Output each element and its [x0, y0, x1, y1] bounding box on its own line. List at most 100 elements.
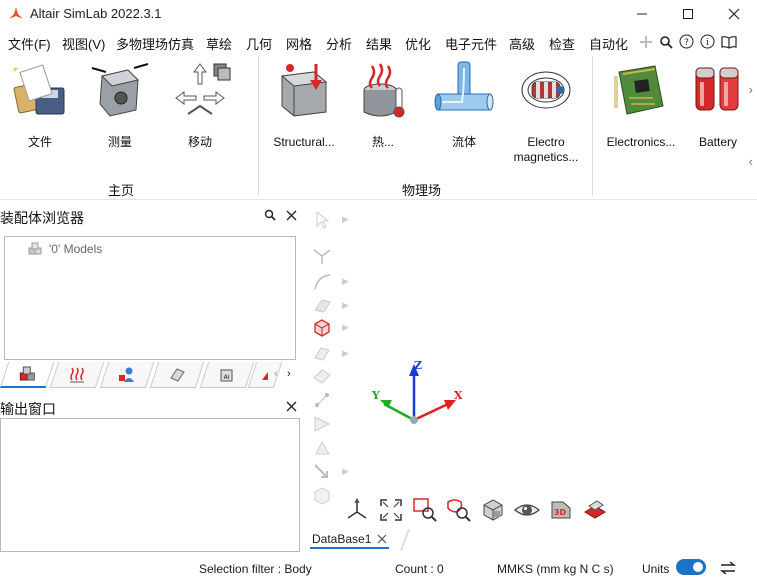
section-plane-icon — [584, 500, 606, 519]
menu-bar: 文件(F) 视图(V) 多物理场仿真 草绘 几何 网格 分析 结果 优化 电子元… — [0, 30, 757, 56]
tree-item-models[interactable]: '0' Models — [27, 241, 102, 257]
ribbon-fluid-label: 流体 — [451, 135, 476, 149]
ribbon-electronics-button[interactable]: Electronics... — [602, 58, 680, 150]
select-triangle-tool[interactable] — [312, 414, 332, 434]
menu-view[interactable]: 视图(V) — [62, 34, 105, 53]
tab-ai[interactable]: AI — [199, 362, 255, 388]
menu-mesh[interactable]: 网格 — [286, 34, 312, 53]
close-window-button[interactable] — [711, 0, 757, 28]
ribbon-electromagnetics-button[interactable]: Electro magnetics... — [506, 58, 586, 165]
view-axes-button[interactable] — [344, 496, 370, 524]
menu-automation[interactable]: 自动化 — [589, 34, 628, 53]
ribbon-structural-button[interactable]: Structural... — [266, 58, 342, 150]
select-element-tool[interactable]: ▶ — [312, 344, 349, 364]
visibility-button[interactable] — [514, 496, 540, 524]
tab-surfaces[interactable] — [149, 362, 205, 388]
tab-scroll-right-icon[interactable]: › — [287, 368, 291, 380]
menu-advanced[interactable]: 高级 — [509, 34, 535, 53]
view-toolbar: 3D — [344, 496, 608, 524]
add-icon[interactable] — [639, 35, 653, 49]
select-tetra-tool[interactable] — [312, 440, 332, 460]
minimize-button[interactable] — [619, 0, 665, 28]
swap-arrows-icon[interactable] — [720, 561, 736, 575]
ribbon-move-button[interactable]: 移动 — [164, 58, 236, 150]
search-icon[interactable] — [659, 35, 673, 49]
ribbon-scroll-left-icon[interactable]: ‹ — [749, 154, 753, 169]
units-system-status[interactable]: MMKS (mm kg N C s) — [497, 562, 614, 576]
zoom-selection-button[interactable] — [446, 496, 472, 524]
assembly-browser-title: 装配体浏览器 — [0, 210, 84, 226]
pointer-icon — [316, 210, 330, 229]
ribbon-thermal-button[interactable]: 热... — [352, 58, 414, 150]
material-user-icon — [119, 367, 135, 382]
close-panel-icon[interactable] — [286, 210, 297, 221]
tab-materials[interactable] — [99, 362, 155, 388]
electromagnetics-icon — [521, 71, 571, 109]
expand-arrow-icon: ▶ — [342, 348, 349, 358]
select-surface-tool[interactable] — [312, 366, 332, 386]
section-view-button[interactable] — [582, 496, 608, 524]
assembly-tree[interactable]: '0' Models — [4, 236, 296, 360]
ribbon-move-label: 移动 — [187, 135, 212, 149]
select-vertex-tool[interactable] — [312, 246, 332, 266]
book-icon[interactable] — [721, 35, 737, 49]
ribbon-measure-button[interactable]: 测量 — [86, 58, 154, 150]
menu-multiphysics[interactable]: 多物理场仿真 — [116, 34, 195, 56]
help-icon[interactable]: ? — [679, 34, 694, 49]
ribbon-fluid-button[interactable]: 流体 — [430, 58, 498, 150]
ribbon-battery-button[interactable]: Battery — [688, 58, 748, 150]
menu-sketch[interactable]: 草绘 — [206, 34, 232, 53]
menu-analysis[interactable]: 分析 — [326, 34, 352, 53]
minimize-icon — [637, 13, 647, 15]
ribbon-file-label: 文件 — [27, 135, 52, 149]
altair-logo-icon — [9, 7, 23, 19]
expand-arrow-icon: ▶ — [342, 276, 349, 286]
select-face-tool[interactable]: ▶ — [312, 296, 349, 316]
select-pointer-tool[interactable]: ▶ — [312, 210, 349, 230]
select-body-tool[interactable]: ▶ — [312, 318, 349, 338]
close-tab-icon[interactable] — [377, 534, 387, 544]
select-edge-tool[interactable]: ▶ — [312, 272, 349, 292]
view-cube-button[interactable] — [480, 496, 506, 524]
render-mode-button[interactable]: 3D — [548, 496, 574, 524]
measure-icon — [91, 63, 149, 117]
models-icon — [28, 242, 42, 255]
menu-file[interactable]: 文件(F) — [8, 34, 51, 53]
select-direction-tool[interactable]: ▶ — [312, 462, 349, 482]
tab-loads[interactable] — [49, 362, 105, 388]
expand-arrow-icon: ▶ — [342, 466, 349, 476]
menu-results[interactable]: 结果 — [366, 34, 392, 53]
menu-optimization[interactable]: 优化 — [405, 34, 431, 53]
ribbon-thermal-label: 热... — [371, 135, 394, 149]
database-tab[interactable]: DataBase1 — [310, 531, 390, 549]
tetra-icon — [315, 440, 330, 455]
database-tab-label: DataBase1 — [312, 532, 372, 546]
ribbon-electromagnetics-text: Electro magnetics... — [513, 135, 579, 164]
ribbon-scroll-right-icon[interactable]: › — [749, 82, 753, 97]
select-solid-tool[interactable] — [312, 486, 332, 506]
tab-assembly[interactable] — [0, 362, 55, 388]
expand-arrow-icon: ▶ — [342, 300, 349, 310]
output-text-area[interactable] — [0, 418, 300, 552]
select-node-tool[interactable] — [312, 390, 332, 410]
ribbon-file-button[interactable]: 文件 — [6, 58, 74, 150]
ribbon-battery-label: Battery — [698, 135, 737, 149]
render-mode-icon: 3D — [551, 501, 571, 519]
more-tab-icon — [262, 371, 269, 380]
electronics-icon — [614, 65, 664, 115]
menu-geometry[interactable]: 几何 — [246, 34, 272, 53]
surface-icon — [313, 369, 331, 384]
info-icon[interactable]: i — [700, 34, 715, 49]
menu-electronics[interactable]: 电子元件 — [445, 34, 497, 53]
menu-check[interactable]: 检查 — [549, 34, 575, 53]
fit-view-button[interactable] — [378, 496, 404, 524]
move-icon — [175, 63, 231, 115]
search-icon[interactable] — [264, 209, 276, 221]
maximize-button[interactable] — [665, 0, 711, 28]
heat-waves-icon — [70, 367, 85, 382]
zoom-box-button[interactable] — [412, 496, 438, 524]
svg-text:i: i — [706, 38, 709, 48]
tab-scroll-left-icon[interactable]: ‹ — [274, 368, 278, 380]
close-panel-icon[interactable] — [286, 401, 297, 412]
units-toggle[interactable] — [676, 559, 706, 575]
